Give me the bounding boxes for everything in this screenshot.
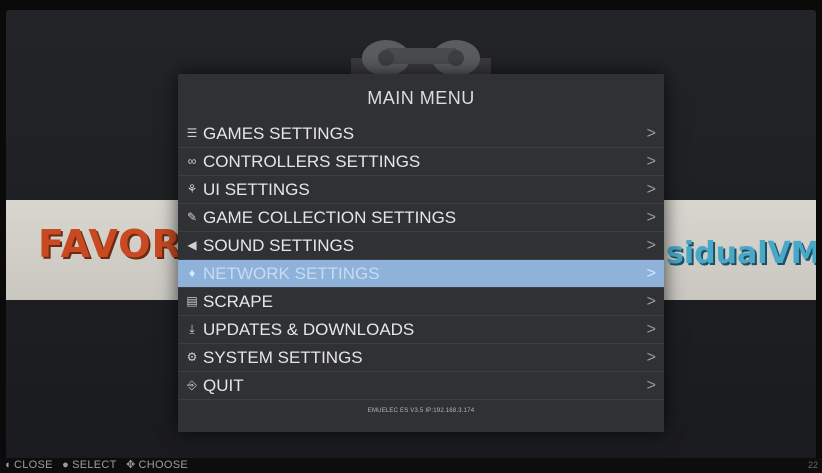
chevron-right-icon: > [646,125,656,142]
console-art [351,40,491,80]
wrench-icon: ✎ [186,210,198,224]
menu-item-sound-settings[interactable]: ◀ SOUND SETTINGS > [178,232,664,260]
help-close: CLOSE [13,459,53,471]
sliders-icon: ☰ [186,126,198,140]
a-button-icon: ● [62,459,70,471]
chevron-right-icon: > [646,377,656,394]
menu-item-label: UI SETTINGS [203,180,310,199]
dpad-icon: ✥ [126,459,136,471]
menu-item-system-settings[interactable]: ⚙ SYSTEM SETTINGS > [178,344,664,372]
menu-item-label: CONTROLLERS SETTINGS [203,152,421,171]
chevron-right-icon: > [646,265,656,282]
menu-list: ☰ GAMES SETTINGS > ∞ CONTROLLERS SETTINGS > ⚘ U… [178,120,664,400]
chevron-right-icon: > [646,209,656,226]
menu-item-label: SYSTEM SETTINGS [203,348,363,367]
gamepad-icon: ∞ [187,154,197,168]
menu-item-label: UPDATES & DOWNLOADS [203,320,415,339]
menu-item-controllers-settings[interactable]: ∞ CONTROLLERS SETTINGS > [178,148,664,176]
menu-item-games-settings[interactable]: ☰ GAMES SETTINGS > [178,120,664,148]
help-choose: CHOOSE [138,459,189,471]
version-info: EMUELEC ES V3.5 IP:192.168.3.174 [367,408,475,414]
menu-title: MAIN MENU [367,88,475,108]
menu-item-label: GAME COLLECTION SETTINGS [203,208,457,227]
chevron-right-icon: > [646,349,656,366]
download-icon: ⤓ [189,322,195,336]
chevron-right-icon: > [646,237,656,254]
menu-item-updates-downloads[interactable]: ⤓ UPDATES & DOWNLOADS > [178,316,664,344]
help-prompts: ◖ CLOSE ● SELECT ✥ CHOOSE [4,458,194,473]
help-bar: ◖ CLOSE ● SELECT ✥ CHOOSE 22 [0,458,822,473]
menu-item-scrape[interactable]: ▤ SCRAPE > [178,288,664,316]
menu-item-label: SOUND SETTINGS [203,236,355,255]
wifi-icon: ♦ [188,266,196,280]
menu-item-game-collection-settings[interactable]: ✎ GAME COLLECTION SETTINGS > [178,204,664,232]
menu-item-label: QUIT [203,376,244,395]
residualvm-logo: sidualVM [666,236,816,271]
scrape-icon: ▤ [186,294,198,308]
gears-icon: ⚙ [186,350,198,364]
menu-item-network-settings[interactable]: ♦ NETWORK SETTINGS > [178,260,664,288]
menu-item-label: SCRAPE [203,292,273,311]
main-menu: MAIN MENU ☰ GAMES SETTINGS > ∞ CONTROLLERS S… [178,74,664,432]
menu-item-quit[interactable]: ⎆ QUIT > [178,372,664,400]
speaker-icon: ◀ [187,238,197,252]
chevron-right-icon: > [646,153,656,170]
menu-item-label: NETWORK SETTINGS [203,264,380,283]
chevron-right-icon: > [646,321,656,338]
page-indicator: 22 [807,460,818,470]
chevron-right-icon: > [646,293,656,310]
help-select: SELECT [72,459,117,471]
b-button-icon: ◖ [4,459,11,471]
menu-item-label: GAMES SETTINGS [203,124,355,143]
palette-icon: ⚘ [186,182,198,196]
menu-item-ui-settings[interactable]: ⚘ UI SETTINGS > [178,176,664,204]
exit-icon: ⎆ [187,378,197,392]
chevron-right-icon: > [646,181,656,198]
